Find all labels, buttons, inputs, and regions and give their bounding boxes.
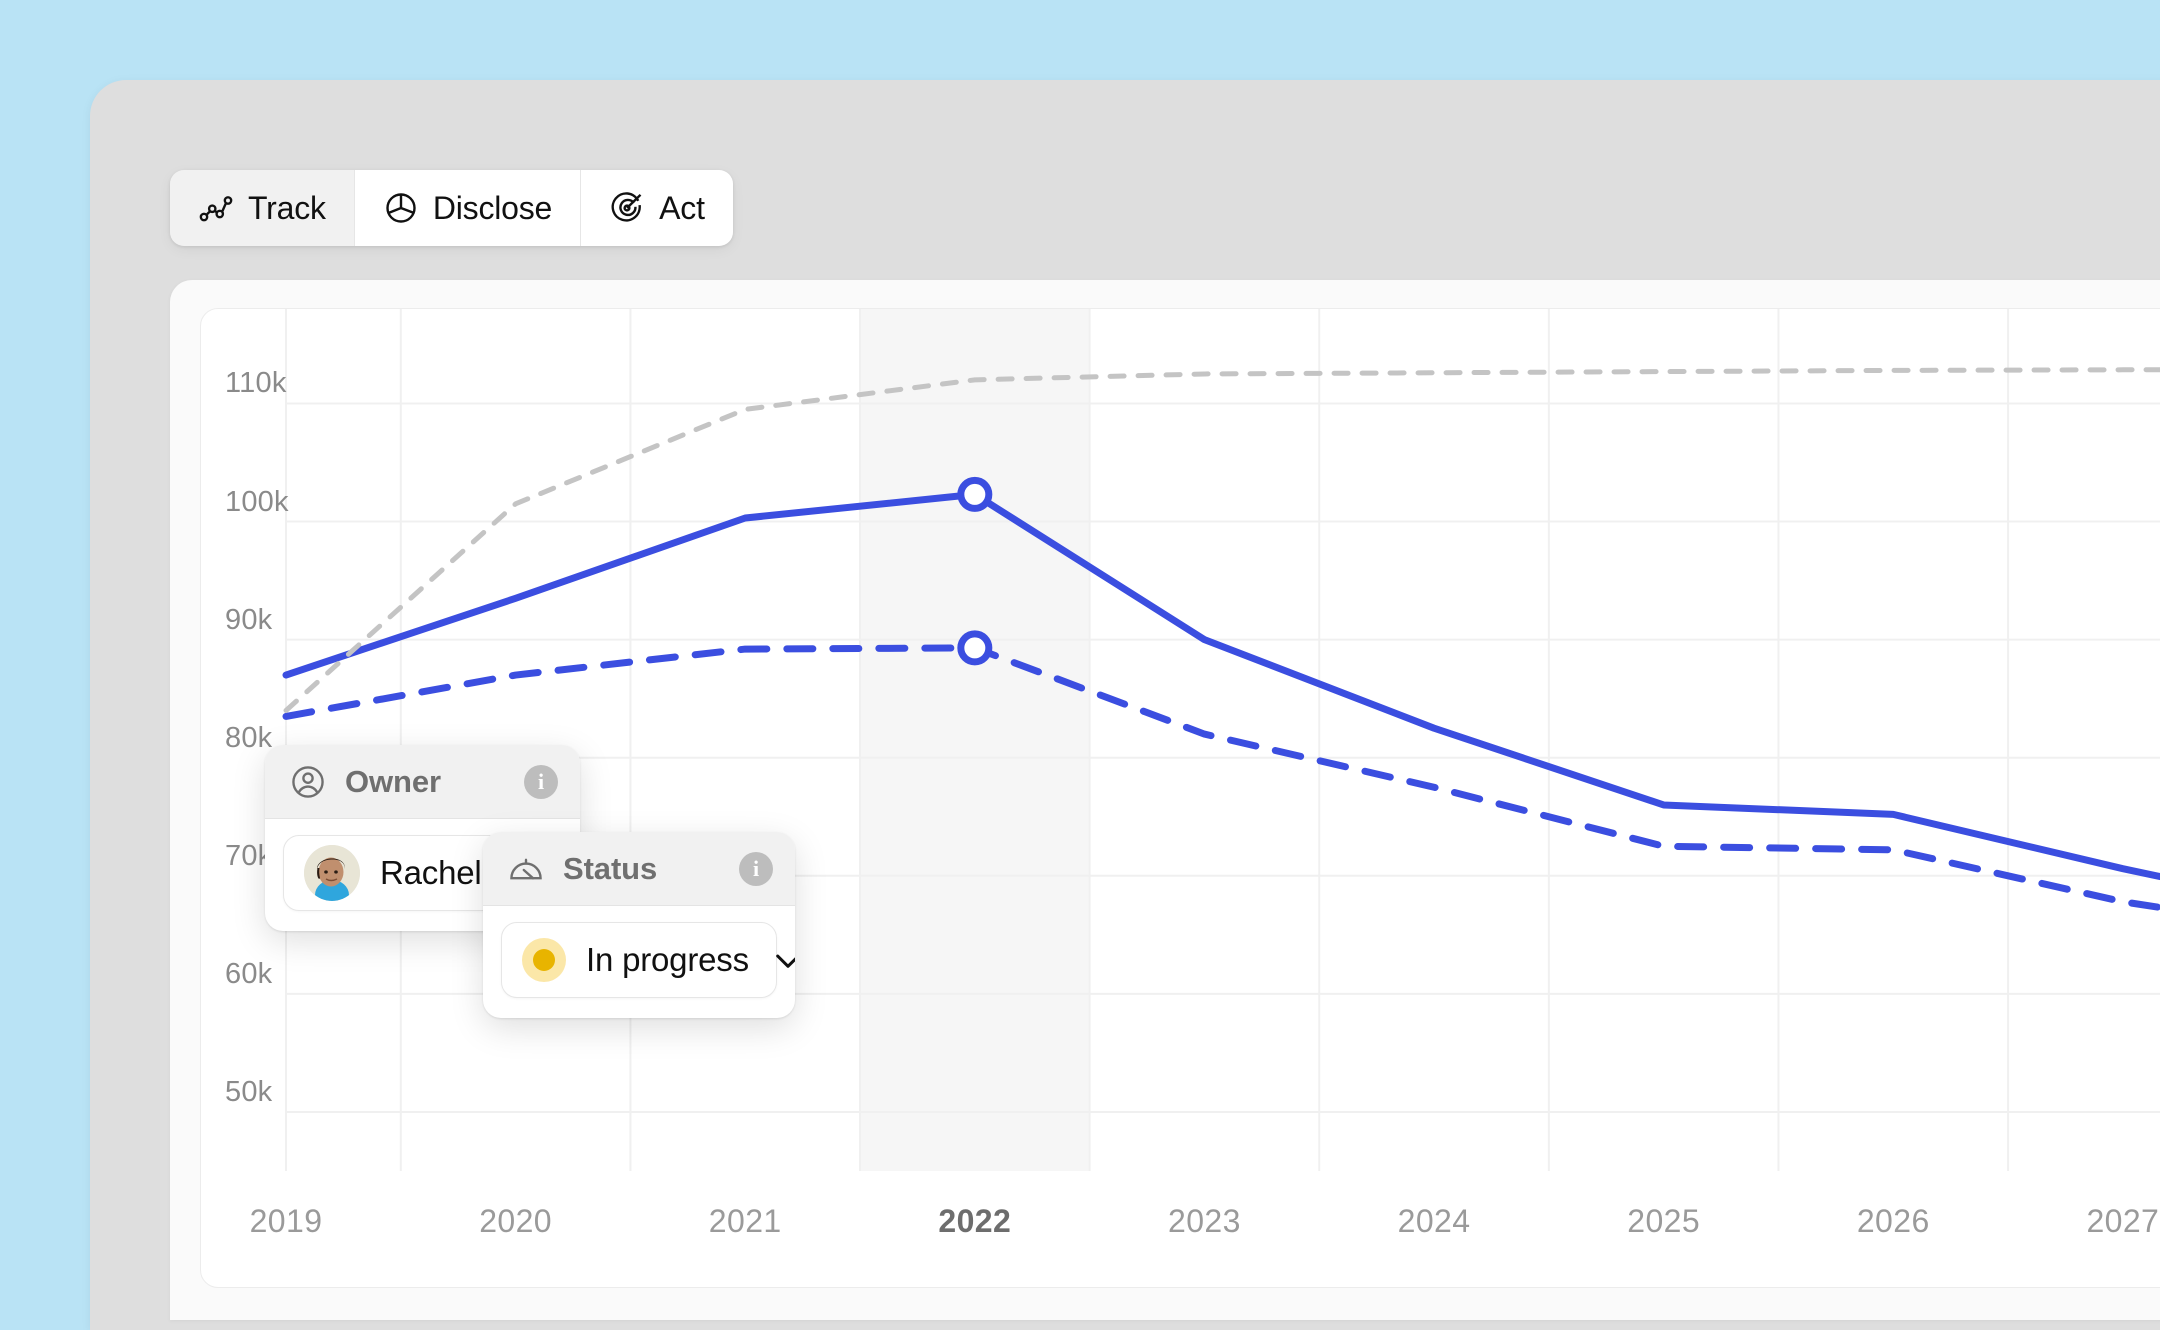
y-axis-tick: 100k xyxy=(225,486,289,519)
status-dot xyxy=(533,949,555,971)
owner-card-title: Owner xyxy=(345,764,441,800)
tab-act-label: Act xyxy=(659,190,705,227)
tab-track-label: Track xyxy=(248,190,326,227)
tab-disclose-label: Disclose xyxy=(433,190,552,227)
avatar xyxy=(304,845,360,901)
highlight-band xyxy=(860,309,1090,1171)
x-axis-tick: 2027 xyxy=(2086,1203,2159,1240)
x-axis-tick: 2026 xyxy=(1857,1203,1930,1240)
x-axis-tick: 2022 xyxy=(938,1203,1011,1240)
window-shell: Track Disclose Act xyxy=(90,80,2160,1330)
status-value: In progress xyxy=(586,941,749,979)
gauge-icon xyxy=(507,850,545,888)
tab-disclose[interactable]: Disclose xyxy=(355,170,581,246)
x-axis-tick: 2019 xyxy=(250,1203,323,1240)
target-icon xyxy=(609,190,645,226)
y-axis-tick: 50k xyxy=(225,1076,272,1109)
tab-track[interactable]: Track xyxy=(170,170,355,246)
status-select[interactable]: In progress xyxy=(501,922,777,998)
tab-act[interactable]: Act xyxy=(581,170,733,246)
data-point-marker xyxy=(961,634,989,662)
info-icon[interactable]: i xyxy=(524,765,558,799)
line-chart-icon xyxy=(198,190,234,226)
view-tab-bar: Track Disclose Act xyxy=(170,170,733,246)
status-card-body: In progress xyxy=(483,906,795,1018)
x-axis-tick: 2020 xyxy=(479,1203,552,1240)
x-axis-tick: 2024 xyxy=(1398,1203,1471,1240)
data-point-marker xyxy=(961,480,989,508)
y-axis-tick: 60k xyxy=(225,958,272,991)
info-icon[interactable]: i xyxy=(739,852,773,886)
status-popover-card[interactable]: Status i In progress xyxy=(483,832,795,1018)
y-axis-tick: 110k xyxy=(225,367,287,400)
status-badge xyxy=(522,938,566,982)
status-card-header: Status i xyxy=(483,832,795,906)
chevron-down-icon[interactable] xyxy=(769,941,795,979)
y-axis-tick: 90k xyxy=(225,604,272,637)
user-circle-icon xyxy=(289,763,327,801)
x-axis-tick: 2025 xyxy=(1627,1203,1700,1240)
x-axis-tick: 2023 xyxy=(1168,1203,1241,1240)
series-line xyxy=(286,369,2160,710)
status-card-title: Status xyxy=(563,851,657,887)
x-axis-tick: 2021 xyxy=(709,1203,782,1240)
pie-chart-icon xyxy=(383,190,419,226)
owner-card-header: Owner i xyxy=(265,745,580,819)
y-axis-tick: 80k xyxy=(225,722,272,755)
